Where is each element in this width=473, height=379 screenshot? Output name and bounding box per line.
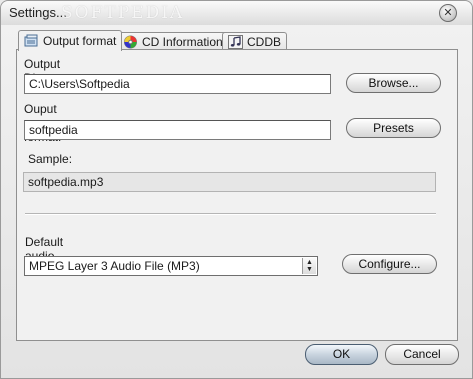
- watermark: SOFTPEDIA: [61, 3, 185, 23]
- configure-button[interactable]: Configure...: [342, 254, 437, 274]
- tab-cd-information[interactable]: CD Information: [117, 32, 229, 50]
- ok-button[interactable]: OK: [305, 344, 378, 365]
- sample-label: Sample:: [28, 152, 73, 166]
- tab-label: CD Information: [142, 34, 223, 49]
- tab-cddb[interactable]: CDDB: [222, 32, 288, 50]
- tab-output-format[interactable]: Output format: [18, 30, 123, 51]
- sample-value: softpedia.mp3: [23, 172, 436, 192]
- output-directory-input[interactable]: C:\Users\Softpedia: [24, 74, 331, 94]
- browse-button[interactable]: Browse...: [346, 73, 441, 93]
- presets-button[interactable]: Presets: [346, 118, 441, 138]
- window-title: Settings...: [9, 5, 67, 20]
- output-format-icon: [24, 34, 39, 48]
- audio-format-value: MPEG Layer 3 Audio File (MP3): [29, 259, 200, 273]
- close-icon: ✕: [443, 6, 453, 19]
- audio-format-select[interactable]: MPEG Layer 3 Audio File (MP3) ▲ ▼: [24, 256, 318, 276]
- cd-icon: [123, 35, 138, 49]
- music-note-icon: [228, 34, 243, 49]
- tab-label: CDDB: [247, 34, 282, 49]
- name-format-input[interactable]: softpedia: [24, 120, 331, 140]
- spinner-arrows-icon[interactable]: ▲ ▼: [302, 258, 316, 274]
- close-button[interactable]: ✕: [439, 4, 457, 22]
- tab-label: Output format: [43, 34, 117, 48]
- title-bar: Settings... SOFTPEDIA ✕: [1, 1, 472, 25]
- cancel-button[interactable]: Cancel: [385, 344, 459, 365]
- separator: [25, 213, 436, 215]
- settings-dialog: Settings... SOFTPEDIA ✕ Output format CD…: [0, 0, 473, 379]
